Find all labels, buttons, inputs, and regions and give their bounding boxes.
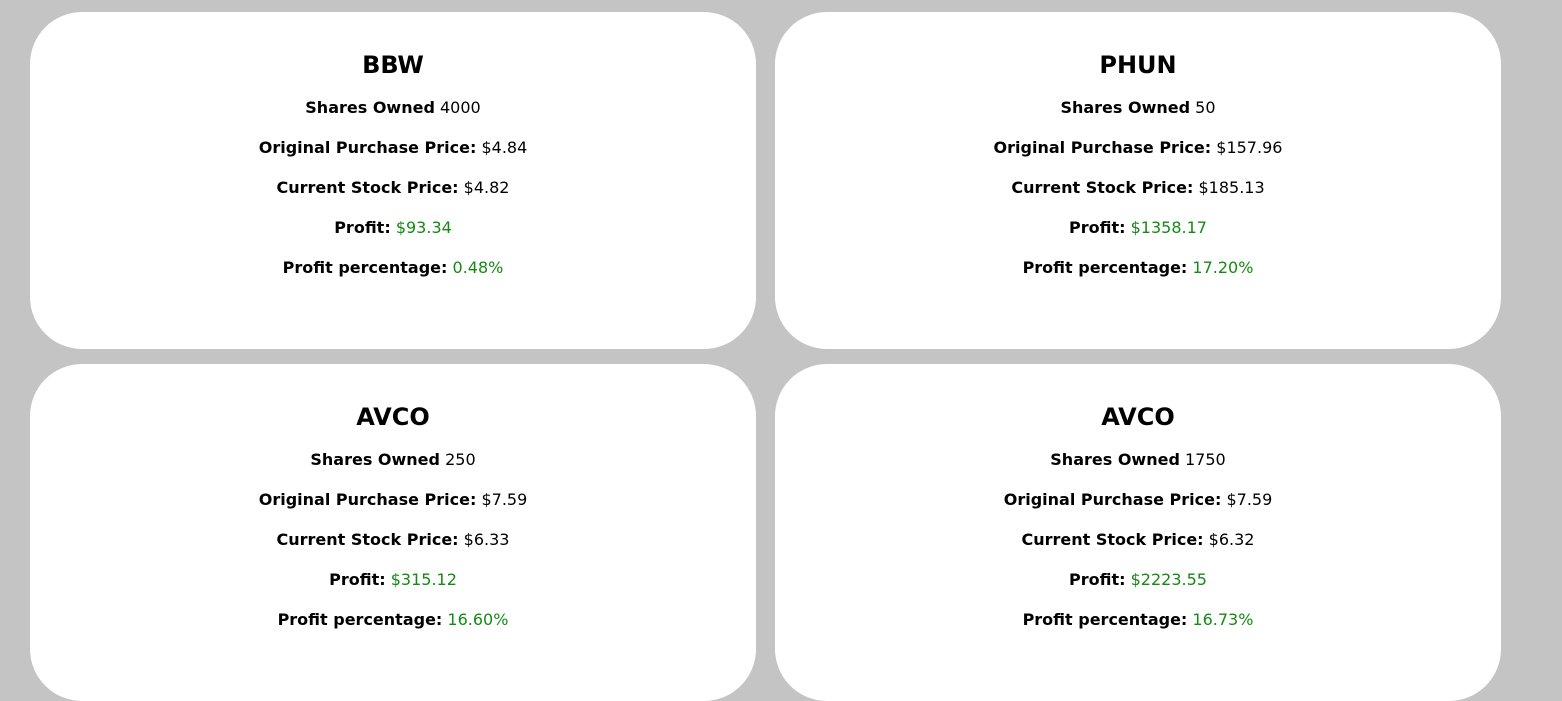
profit-label: Profit: <box>329 570 386 589</box>
shares-owned-value: 1750 <box>1185 450 1226 469</box>
original-price-row: Original Purchase Price: $4.84 <box>30 138 756 158</box>
profit-percentage-row: Profit percentage: 16.60% <box>30 610 756 630</box>
shares-owned-value: 50 <box>1195 98 1216 117</box>
current-price-value: $6.33 <box>463 530 510 549</box>
shares-owned-row: Shares Owned 250 <box>30 450 756 470</box>
current-price-value: $185.13 <box>1198 178 1265 197</box>
profit-row: Profit: $93.34 <box>30 218 756 238</box>
shares-owned-row: Shares Owned 50 <box>775 98 1501 118</box>
shares-owned-value: 250 <box>445 450 476 469</box>
stock-card: AVCO Shares Owned 250 Original Purchase … <box>30 364 756 701</box>
original-price-value: $7.59 <box>1226 490 1273 509</box>
current-price-value: $4.82 <box>463 178 510 197</box>
stock-ticker: BBW <box>362 51 424 79</box>
shares-owned-label: Shares Owned <box>305 98 435 117</box>
profit-percentage-label: Profit percentage: <box>1022 610 1188 629</box>
current-price-row: Current Stock Price: $6.32 <box>775 530 1501 550</box>
stock-card: BBW Shares Owned 4000 Original Purchase … <box>30 12 756 349</box>
stock-card: AVCO Shares Owned 1750 Original Purchase… <box>775 364 1501 701</box>
current-price-row: Current Stock Price: $185.13 <box>775 178 1501 198</box>
profit-row: Profit: $2223.55 <box>775 570 1501 590</box>
profit-percentage-row: Profit percentage: 17.20% <box>775 258 1501 278</box>
profit-row: Profit: $1358.17 <box>775 218 1501 238</box>
profit-percentage-label: Profit percentage: <box>282 258 448 277</box>
profit-value: $2223.55 <box>1130 570 1207 589</box>
stock-card: PHUN Shares Owned 50 Original Purchase P… <box>775 12 1501 349</box>
current-price-label: Current Stock Price: <box>276 178 459 197</box>
shares-owned-label: Shares Owned <box>1050 450 1180 469</box>
profit-percentage-label: Profit percentage: <box>277 610 443 629</box>
shares-owned-row: Shares Owned 1750 <box>775 450 1501 470</box>
profit-label: Profit: <box>1069 570 1126 589</box>
stock-ticker: AVCO <box>356 403 430 431</box>
original-price-value: $157.96 <box>1216 138 1283 157</box>
current-price-label: Current Stock Price: <box>1021 530 1204 549</box>
original-price-label: Original Purchase Price: <box>1003 490 1222 509</box>
shares-owned-label: Shares Owned <box>1060 98 1191 117</box>
profit-percentage-value: 17.20% <box>1192 258 1254 277</box>
original-price-value: $4.84 <box>481 138 528 157</box>
stock-ticker: AVCO <box>1101 403 1175 431</box>
current-price-label: Current Stock Price: <box>276 530 459 549</box>
current-price-row: Current Stock Price: $6.33 <box>30 530 756 550</box>
original-price-value: $7.59 <box>481 490 528 509</box>
shares-owned-row: Shares Owned 4000 <box>30 98 756 118</box>
current-price-value: $6.32 <box>1208 530 1255 549</box>
original-price-label: Original Purchase Price: <box>993 138 1212 157</box>
profit-percentage-value: 16.60% <box>447 610 509 629</box>
profit-row: Profit: $315.12 <box>30 570 756 590</box>
profit-value: $1358.17 <box>1130 218 1207 237</box>
original-price-row: Original Purchase Price: $7.59 <box>30 490 756 510</box>
profit-percentage-value: 16.73% <box>1192 610 1254 629</box>
original-price-row: Original Purchase Price: $157.96 <box>775 138 1501 158</box>
profit-percentage-value: 0.48% <box>452 258 504 277</box>
original-price-row: Original Purchase Price: $7.59 <box>775 490 1501 510</box>
shares-owned-label: Shares Owned <box>310 450 440 469</box>
original-price-label: Original Purchase Price: <box>258 138 477 157</box>
original-price-label: Original Purchase Price: <box>258 490 477 509</box>
stock-ticker: PHUN <box>1099 51 1177 79</box>
profit-value: $93.34 <box>395 218 452 237</box>
shares-owned-value: 4000 <box>440 98 481 117</box>
profit-percentage-row: Profit percentage: 16.73% <box>775 610 1501 630</box>
profit-label: Profit: <box>334 218 391 237</box>
profit-value: $315.12 <box>390 570 457 589</box>
profit-percentage-row: Profit percentage: 0.48% <box>30 258 756 278</box>
current-price-row: Current Stock Price: $4.82 <box>30 178 756 198</box>
profit-label: Profit: <box>1069 218 1126 237</box>
current-price-label: Current Stock Price: <box>1011 178 1194 197</box>
profit-percentage-label: Profit percentage: <box>1022 258 1188 277</box>
